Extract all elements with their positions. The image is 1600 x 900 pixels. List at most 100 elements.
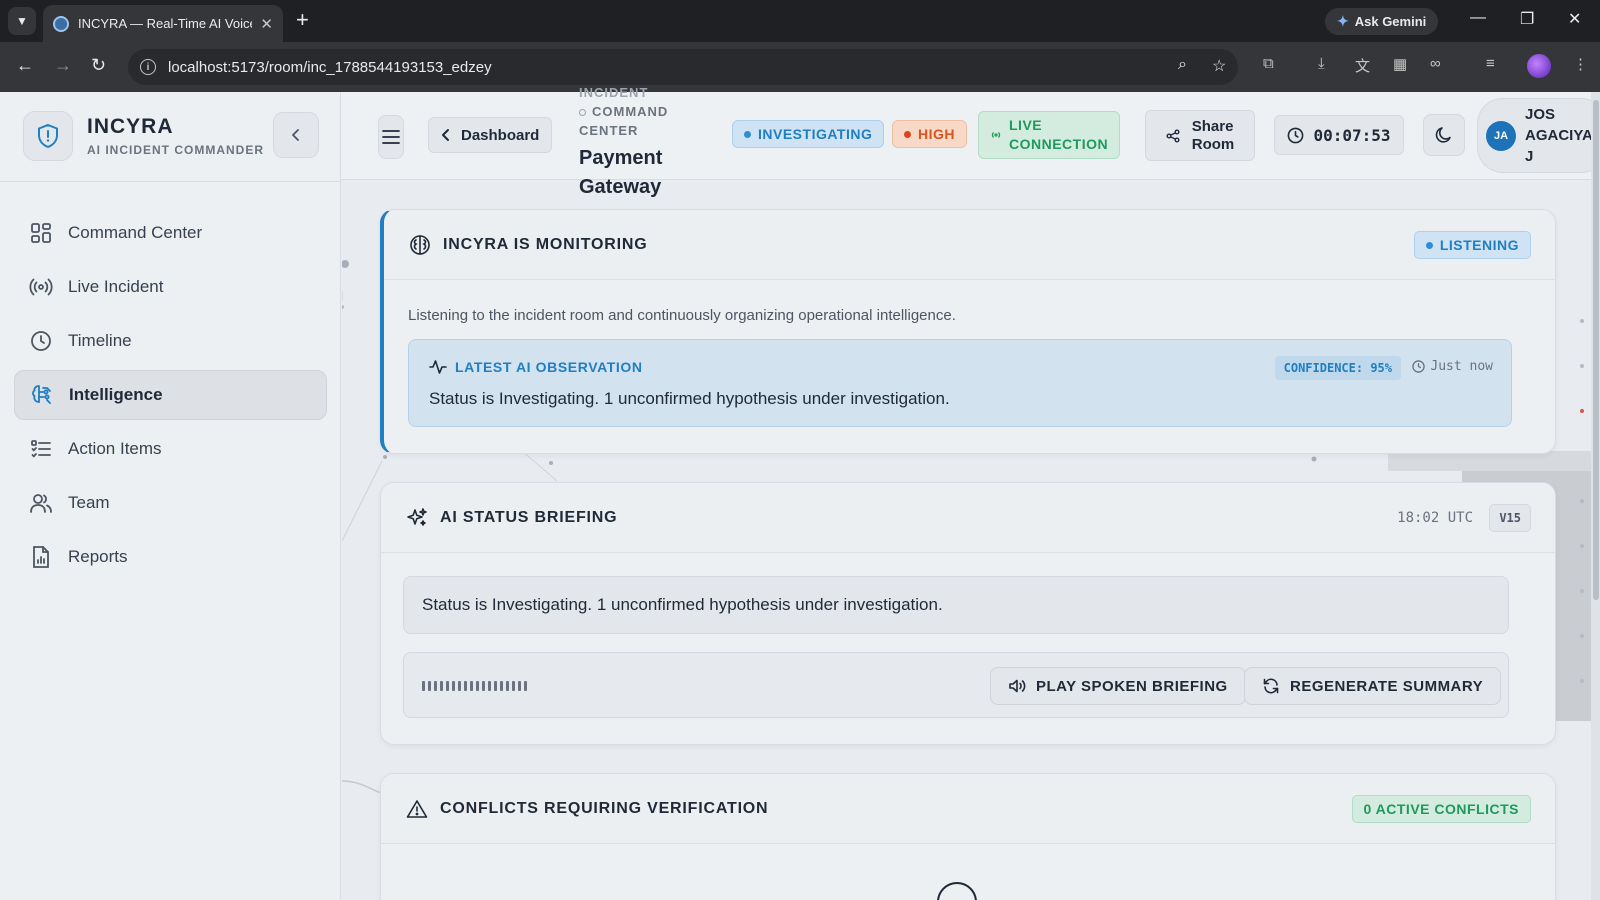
sidebar-item-reports[interactable]: Reports (14, 532, 327, 582)
loading-spinner-icon (937, 882, 977, 900)
observation-time-text: Just now (1430, 359, 1493, 374)
list-icon (29, 437, 53, 461)
observation-label-text: LATEST AI OBSERVATION (455, 359, 643, 375)
report-icon (29, 545, 53, 569)
translate-icon[interactable]: 文 (1355, 55, 1375, 75)
briefing-time: 18:02 UTC (1397, 510, 1473, 526)
status-badge-label: INVESTIGATING (758, 126, 873, 142)
sidebar: INCYRA AI INCIDENT COMMANDER Command Cen… (0, 92, 341, 900)
address-bar[interactable]: i localhost:5173/room/inc_1788544193153_… (128, 49, 1238, 85)
status-dot-icon (744, 130, 751, 138)
forward-arrow-icon[interactable]: → (54, 55, 72, 75)
chevron-left-icon (292, 129, 299, 141)
main-content: INCYRA IS MONITORING LISTENING Listening… (342, 181, 1600, 900)
sidebar-item-live-incident[interactable]: Live Incident (14, 262, 327, 312)
conflicts-title: CONFLICTS REQUIRING VERIFICATION (440, 799, 769, 817)
live-line1: LIVE (1009, 117, 1043, 133)
ask-gemini-button[interactable]: ✦ Ask Gemini (1325, 8, 1439, 35)
new-tab-button[interactable]: + (296, 8, 309, 32)
chevron-down-icon: ▼ (16, 14, 28, 28)
timer-value: 00:07:53 (1313, 125, 1391, 145)
tab-title: INCYRA — Real-Time AI Voice I (78, 16, 253, 31)
sidebar-item-command-center[interactable]: Command Center (14, 208, 327, 258)
restore-icon[interactable]: ❐ (1520, 9, 1534, 29)
download-icon[interactable]: ⤓ (1318, 55, 1338, 75)
share-line2: Room (1191, 135, 1235, 153)
collapse-sidebar-button[interactable] (273, 112, 319, 158)
command-center-label-line1: COMMAND (592, 104, 669, 119)
sidebar-item-label: Team (68, 493, 110, 512)
severity-badge-label: HIGH (918, 126, 955, 142)
share-room-button[interactable]: Share Room (1145, 110, 1255, 161)
moon-icon (1435, 127, 1451, 143)
speaker-icon (1009, 679, 1026, 693)
extensions-icon[interactable]: ⧉ (1263, 55, 1283, 75)
regenerate-label: REGENERATE SUMMARY (1290, 677, 1484, 695)
briefing-audio-player: PLAY SPOKEN BRIEFING REGENERATE SUMMARY (403, 652, 1509, 718)
browser-profile-icon[interactable] (1527, 54, 1551, 78)
play-spoken-briefing-button[interactable]: PLAY SPOKEN BRIEFING (990, 667, 1246, 705)
user-profile-button[interactable]: JA JOS AGACIYA J (1477, 98, 1600, 173)
sidebar-item-label: Command Center (68, 223, 203, 242)
observation-time: Just now (1412, 359, 1493, 374)
share-icon (1166, 129, 1180, 142)
play-briefing-label: PLAY SPOKEN BRIEFING (1036, 677, 1228, 695)
sidebar-item-action-items[interactable]: Action Items (14, 424, 327, 474)
signal-icon (991, 132, 1001, 138)
clock-icon (29, 329, 53, 353)
status-briefing-card: AI STATUS BRIEFING 18:02 UTC V15 Status … (380, 482, 1556, 745)
refresh-icon (1263, 678, 1279, 694)
sidebar-item-intelligence[interactable]: Intelligence (14, 370, 327, 420)
live-connection-badge: LIVE CONNECTION (978, 111, 1121, 159)
incident-timer: 00:07:53 (1274, 115, 1404, 155)
window-close-icon[interactable]: ✕ (1568, 9, 1581, 29)
command-center-label-line2: CENTER (579, 123, 639, 138)
menu-button[interactable] (378, 115, 404, 159)
brand-subtitle: AI INCIDENT COMMANDER (87, 143, 264, 157)
minimize-icon[interactable]: — (1470, 9, 1486, 27)
sidebar-item-team[interactable]: Team (14, 478, 327, 528)
hamburger-icon (382, 130, 400, 144)
browser-menu-icon[interactable]: ⋮ (1573, 55, 1593, 75)
listening-badge: LISTENING (1413, 231, 1531, 259)
zoom-icon[interactable]: ⌕ (1178, 56, 1187, 74)
sidebar-divider (0, 181, 340, 182)
reload-icon[interactable]: ↻ (91, 55, 106, 75)
tab-close-icon[interactable]: ✕ (260, 15, 273, 33)
regenerate-summary-button[interactable]: REGENERATE SUMMARY (1244, 667, 1502, 705)
confidence-badge: CONFIDENCE: 95% (1274, 356, 1401, 380)
page-header: Dashboard INCIDENT COMMAND CENTER Paymen… (341, 85, 1600, 198)
apps-grid-icon[interactable]: ▦ (1393, 55, 1413, 75)
briefing-title: AI STATUS BRIEFING (440, 508, 618, 526)
brain-icon (30, 383, 54, 407)
dashboard-label: Dashboard (461, 126, 540, 144)
sidebar-item-label: Timeline (68, 331, 132, 350)
media-control-icon[interactable]: ≡ (1486, 55, 1506, 75)
sidebar-item-timeline[interactable]: Timeline (14, 316, 327, 366)
briefing-version-badge: V15 (1489, 504, 1531, 532)
site-info-icon[interactable]: i (140, 59, 156, 75)
theme-toggle-button[interactable] (1423, 114, 1465, 156)
page-scrollbar-thumb[interactable] (1593, 100, 1599, 600)
back-arrow-icon[interactable]: ← (16, 55, 34, 75)
sidebar-item-label: Action Items (68, 439, 162, 458)
listening-dot-icon (1425, 241, 1433, 249)
monitoring-card: INCYRA IS MONITORING LISTENING Listening… (380, 209, 1556, 454)
listening-label: LISTENING (1439, 237, 1519, 253)
status-ring-icon (579, 109, 586, 116)
user-name-line1: JOS (1525, 106, 1556, 123)
gemini-star-icon: ✦ (1337, 13, 1349, 29)
latest-observation-panel: LATEST AI OBSERVATION CONFIDENCE: 95% Ju… (408, 339, 1512, 427)
status-badge: INVESTIGATING (732, 120, 885, 148)
user-name-line3: J (1525, 148, 1534, 165)
bookmark-star-icon[interactable]: ☆ (1212, 56, 1226, 76)
user-name: JOS AGACIYA J (1525, 104, 1595, 167)
chevron-left-icon (442, 129, 449, 141)
dashboard-button[interactable]: Dashboard (428, 117, 553, 153)
browser-tab[interactable]: INCYRA — Real-Time AI Voice I ✕ (43, 5, 283, 42)
activity-pulse-icon (429, 360, 447, 374)
clock-icon (1288, 127, 1304, 143)
tab-search-button[interactable]: ▼ (8, 7, 36, 35)
severity-badge: HIGH (892, 120, 967, 148)
link-icon[interactable]: ∞ (1430, 55, 1450, 75)
